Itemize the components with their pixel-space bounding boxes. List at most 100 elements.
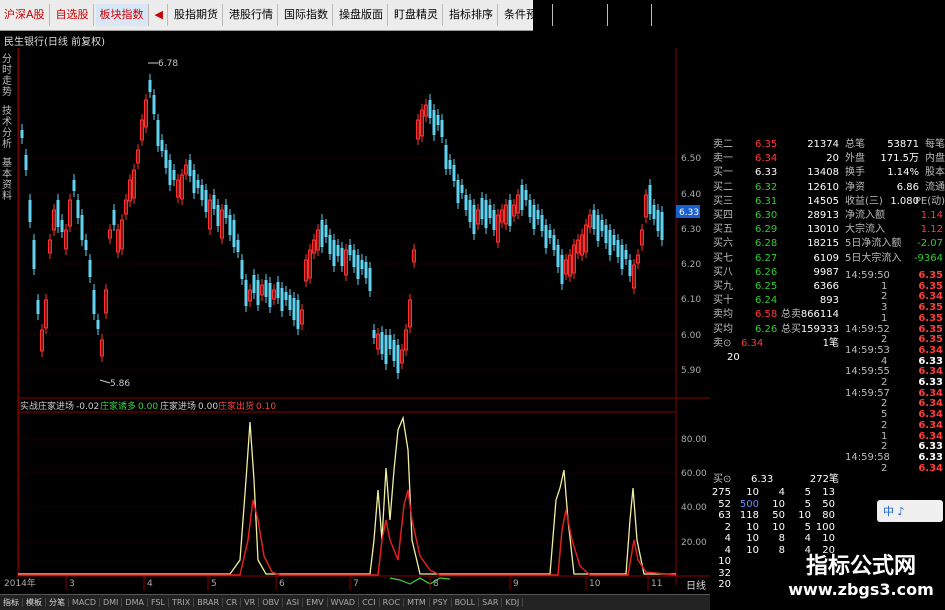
indicator-tab[interactable]: DMA (122, 598, 148, 607)
candle-body (84, 240, 88, 250)
candle-body (488, 205, 492, 218)
level-price: 6.29 (755, 224, 778, 236)
indicator-tab[interactable]: PSY (429, 598, 452, 607)
level-label: 卖一 (713, 153, 733, 165)
indicator-tab[interactable]: SAR (479, 598, 503, 607)
candle-body (560, 255, 564, 284)
indicator-tab[interactable]: BOLL (451, 598, 480, 607)
candle-body (164, 150, 168, 168)
indicator-label-2: 庄家诱多 (100, 400, 136, 412)
level-price: 6.35 (755, 139, 778, 150)
indicator-tab[interactable]: 分笔 (46, 598, 69, 607)
indicator-label-3: 庄家进场 (160, 400, 196, 412)
indicator-tab[interactable]: DMI (99, 598, 123, 607)
indicator-value-1: -0.02 (76, 402, 99, 412)
candle-body (236, 240, 240, 252)
indicator-tab[interactable]: ASI (283, 598, 304, 607)
indicator-tab[interactable]: ROC (379, 598, 405, 607)
indicator-tab[interactable]: TRIX (168, 598, 195, 607)
candle-body (456, 180, 460, 203)
level-label: 买四 (713, 210, 733, 221)
candle-body (252, 275, 256, 293)
level-volume: 20 (826, 153, 839, 165)
price-tick: 6.10 (681, 295, 701, 305)
candle-body (212, 195, 216, 209)
level-label: 买一 (713, 167, 733, 179)
tick-row: 2 6.33 (881, 441, 943, 453)
pending-sell-qty: 20 (727, 352, 740, 363)
stat-row: 换手 1.14% 股本 (845, 167, 945, 179)
timeline-month: 9 (513, 579, 519, 589)
indicator-tick: 80.00 (681, 435, 707, 445)
candle-body (92, 290, 96, 314)
level-label: 买七 (713, 252, 733, 264)
indicator-tab[interactable]: MTM (404, 598, 430, 607)
indicator-tab[interactable]: 模板 (23, 598, 46, 607)
candle-body (544, 225, 548, 248)
bid-queue-row: 4 10 8 4 10 (724, 533, 835, 544)
candle-body (268, 283, 272, 307)
tick-row: 2 6.34 (881, 419, 943, 431)
indicator-name[interactable]: 实战 (20, 400, 38, 412)
indicator-tab[interactable]: 指标 (0, 598, 23, 607)
tick-row: 2 6.33 (881, 377, 943, 388)
candle-body (72, 180, 76, 191)
bid-queue-row: 52 500 10 5 50 (718, 498, 835, 510)
indicator-tab[interactable]: KDJ (502, 598, 524, 607)
brand-logo: 中 ♪ (877, 500, 943, 522)
indicator-tab[interactable]: FSL (147, 598, 169, 607)
candle-body (436, 115, 440, 125)
watermark-title: 指标公式网 (805, 554, 916, 579)
level-volume: 12610 (807, 181, 839, 193)
level-volume: 9987 (813, 266, 839, 278)
candle-body (480, 198, 484, 219)
tick-row: 2 6.34 (881, 398, 943, 410)
candle-body (532, 205, 536, 229)
tick-row: 2 6.34 (881, 462, 943, 474)
indicator-value-2: 0.00 (138, 402, 158, 412)
candle-body (232, 220, 236, 247)
candle-body (320, 220, 324, 247)
stat-row: 大宗流入 1.12 (845, 224, 943, 236)
price-tick: 6.40 (681, 190, 701, 200)
indicator-tab[interactable]: WVAD (327, 598, 360, 607)
stat-row: 总笔 53871 每笔 (845, 139, 945, 150)
indicator-tab[interactable]: CR (223, 598, 242, 607)
candle-body (464, 195, 468, 210)
candle-body (280, 288, 284, 311)
timeline-month: 3 (69, 579, 75, 589)
stat-row: 5日净流入额 -2.07 (845, 238, 943, 250)
level-volume: 21374 (807, 139, 839, 150)
indicator-tab[interactable]: CCI (359, 598, 380, 607)
indicator-tab[interactable]: EMV (303, 598, 328, 607)
candle-body (284, 292, 288, 300)
candle-body (540, 215, 544, 231)
orderbook-row: 买五 6.29 13010 (711, 223, 841, 236)
price-tick: 6.20 (681, 260, 701, 270)
indicator-tab[interactable]: BRAR (194, 598, 224, 607)
candle-body (656, 210, 660, 231)
candle-body (608, 230, 612, 255)
orderbook-summary: 卖均 6.58 总卖 866114 (713, 309, 839, 321)
indicator-tab[interactable]: VR (241, 598, 260, 607)
candle-body (600, 220, 604, 231)
indicator-tick: 60.00 (681, 469, 707, 479)
level-price: 6.24 (755, 295, 778, 307)
candle-body (196, 180, 200, 188)
candle-body (32, 240, 36, 269)
candle-body (336, 245, 340, 256)
orderbook-row: 卖一 6.34 20 (711, 152, 841, 165)
orderbook-row: 买三 6.31 14505 (711, 195, 841, 208)
period-label[interactable]: 日线 (686, 577, 706, 592)
level-price: 6.25 (755, 281, 778, 292)
timeline-month: 7 (353, 579, 359, 589)
candle-body (520, 185, 524, 210)
candle-body (372, 330, 376, 338)
level-price: 6.31 (755, 195, 778, 207)
candle-body (448, 160, 452, 169)
orderbook-row: 买十 6.24 893 (711, 294, 841, 307)
indicator-tab[interactable]: OBV (259, 598, 284, 607)
candle-body (296, 300, 300, 329)
level-label: 买三 (713, 195, 733, 207)
indicator-tab[interactable]: MACD (69, 598, 100, 607)
